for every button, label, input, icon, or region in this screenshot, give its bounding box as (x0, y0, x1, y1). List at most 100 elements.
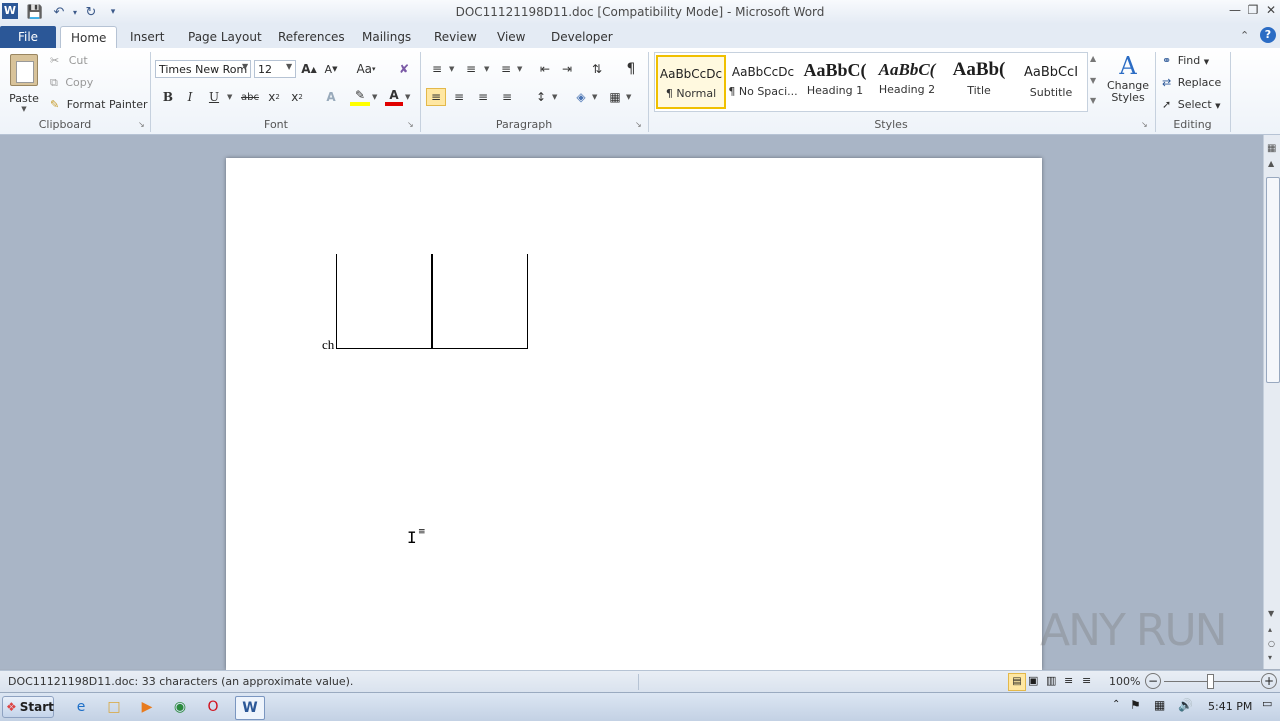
media-player-icon[interactable]: ▶ (136, 696, 158, 718)
next-page-icon[interactable]: ▾ (1268, 653, 1272, 662)
style-no-spacing[interactable]: AaBbCcDc ¶ No Spaci... (728, 55, 798, 109)
line-spacing-icon[interactable]: ↕ (532, 88, 550, 106)
scroll-up-icon[interactable]: ▲ (1268, 159, 1274, 168)
bullets-dropdown-icon[interactable]: ▼ (449, 65, 454, 73)
network-icon[interactable]: ▦ (1154, 698, 1165, 712)
document-page[interactable]: ch I ≡ (226, 158, 1042, 670)
replace-button[interactable]: ⇄ Replace (1162, 76, 1221, 89)
help-icon[interactable]: ? (1260, 27, 1276, 43)
font-name-combo[interactable]: Times New Rom (155, 60, 251, 78)
scroll-thumb[interactable] (1266, 177, 1280, 383)
styles-launcher-icon[interactable]: ↘ (1141, 120, 1148, 129)
underline-button[interactable]: U (206, 88, 222, 106)
clock[interactable]: 5:41 PM (1208, 700, 1252, 713)
style-heading-2[interactable]: AaBbC( Heading 2 (872, 55, 942, 109)
find-button[interactable]: ⚭ Find ▼ (1162, 54, 1209, 67)
line-spacing-dropdown-icon[interactable]: ▼ (552, 93, 557, 101)
font-size-dropdown-icon[interactable]: ▼ (286, 62, 292, 71)
internet-explorer-icon[interactable]: e (70, 696, 92, 718)
scroll-down-icon[interactable]: ▼ (1268, 609, 1274, 618)
tab-mailings[interactable]: Mailings (352, 26, 421, 48)
tab-insert[interactable]: Insert (120, 26, 174, 48)
underline-dropdown-icon[interactable]: ▼ (227, 93, 232, 101)
bullets-icon[interactable]: ≡ (428, 60, 446, 78)
increase-indent-icon[interactable]: ⇥ (558, 60, 576, 78)
style-heading-1[interactable]: AaBbC( Heading 1 (800, 55, 870, 109)
align-left-button[interactable]: ≡ (426, 88, 446, 106)
paste-button[interactable]: Paste ▼ (6, 52, 42, 114)
paragraph-launcher-icon[interactable]: ↘ (635, 120, 642, 129)
web-layout-view-icon[interactable]: ▥ (1046, 674, 1056, 687)
restore-icon[interactable]: ❐ (1244, 2, 1262, 18)
minimize-ribbon-icon[interactable]: ⌃ (1240, 29, 1249, 42)
opera-icon[interactable]: O (202, 696, 224, 718)
volume-icon[interactable]: 🔊 (1178, 698, 1193, 712)
tab-references[interactable]: References (268, 26, 355, 48)
bold-button[interactable]: B (160, 88, 176, 106)
select-button[interactable]: ➚ Select ▼ (1162, 98, 1221, 111)
multilevel-list-icon[interactable]: ≡ (497, 60, 515, 78)
ruler-toggle-icon[interactable]: ▦ (1267, 143, 1276, 154)
tab-developer[interactable]: Developer (541, 26, 623, 48)
change-case-icon[interactable]: Aa ▾ (354, 60, 378, 78)
start-button[interactable]: ❖ Start (2, 696, 54, 718)
styles-scroll-down-icon[interactable]: ▼ (1090, 76, 1096, 85)
shrink-font-icon[interactable]: A ▼ (322, 60, 340, 78)
font-launcher-icon[interactable]: ↘ (407, 120, 414, 129)
font-color-dropdown-icon[interactable]: ▼ (405, 93, 410, 101)
draft-view-icon[interactable]: ≡ (1082, 674, 1091, 687)
zoom-slider-thumb[interactable] (1207, 674, 1214, 689)
show-hidden-icons[interactable]: ⌃ (1112, 699, 1120, 710)
zoom-out-icon[interactable]: − (1145, 673, 1161, 689)
zoom-level[interactable]: 100% (1109, 675, 1140, 688)
cut-button[interactable]: ✂ Cut (50, 54, 88, 67)
highlight-dropdown-icon[interactable]: ▼ (372, 93, 377, 101)
full-screen-reading-view-icon[interactable]: ▣ (1028, 674, 1038, 687)
font-name-dropdown-icon[interactable]: ▼ (242, 62, 248, 71)
styles-scroll-up-icon[interactable]: ▲ (1090, 54, 1096, 63)
tab-page-layout[interactable]: Page Layout (178, 26, 272, 48)
minimize-icon[interactable]: — (1226, 2, 1244, 18)
show-formatting-icon[interactable]: ¶ (622, 60, 640, 78)
outline-view-icon[interactable]: ≡ (1064, 674, 1073, 687)
align-center-button[interactable]: ≡ (450, 88, 468, 106)
font-color-icon[interactable]: A (385, 88, 403, 106)
copy-button[interactable]: ⧉ Copy (50, 76, 93, 90)
previous-page-icon[interactable]: ▴ (1268, 625, 1272, 634)
numbering-icon[interactable]: ≡ (462, 60, 480, 78)
word-taskbar-icon[interactable]: W (235, 696, 265, 720)
change-styles-button[interactable]: A Change Styles (1104, 52, 1152, 114)
align-right-button[interactable]: ≡ (474, 88, 492, 106)
print-layout-view-icon[interactable]: ▤ (1008, 673, 1026, 691)
borders-dropdown-icon[interactable]: ▼ (626, 93, 631, 101)
grow-font-icon[interactable]: A ▲ (300, 60, 318, 78)
numbering-dropdown-icon[interactable]: ▼ (484, 65, 489, 73)
tab-file[interactable]: File (0, 26, 56, 48)
tab-review[interactable]: Review (424, 26, 487, 48)
decrease-indent-icon[interactable]: ⇤ (536, 60, 554, 78)
chrome-icon[interactable]: ◉ (169, 696, 191, 718)
shading-dropdown-icon[interactable]: ▼ (592, 93, 597, 101)
styles-more-icon[interactable]: ▼ (1090, 96, 1096, 105)
format-painter-button[interactable]: ✎ Format Painter (50, 98, 148, 111)
shading-icon[interactable]: ◈ (572, 88, 590, 106)
justify-button[interactable]: ≡ (498, 88, 516, 106)
strikethrough-button[interactable]: abc (241, 88, 259, 106)
multilevel-dropdown-icon[interactable]: ▼ (517, 65, 522, 73)
select-browse-object-icon[interactable]: ○ (1268, 639, 1275, 648)
clear-formatting-icon[interactable]: ✘ (394, 60, 414, 78)
text-effects-icon[interactable]: A (322, 88, 340, 106)
style-normal[interactable]: AaBbCcDc ¶ Normal (656, 55, 726, 109)
subscript-button[interactable]: x2 (265, 88, 283, 106)
sort-icon[interactable]: ⇅ (588, 60, 606, 78)
show-desktop-button[interactable]: ▭ (1262, 697, 1276, 713)
italic-button[interactable]: I (182, 88, 198, 106)
vertical-scrollbar[interactable]: ▦ ▲ ▼ ▴ ○ ▾ (1263, 135, 1280, 669)
style-title[interactable]: AaBb( Title (944, 55, 1014, 109)
borders-icon[interactable]: ▦ (606, 88, 624, 106)
close-icon[interactable]: ✕ (1262, 2, 1280, 18)
highlight-color-icon[interactable]: ✎ (350, 88, 370, 106)
zoom-in-icon[interactable]: + (1261, 673, 1277, 689)
clipboard-launcher-icon[interactable]: ↘ (138, 120, 145, 129)
superscript-button[interactable]: x2 (288, 88, 306, 106)
